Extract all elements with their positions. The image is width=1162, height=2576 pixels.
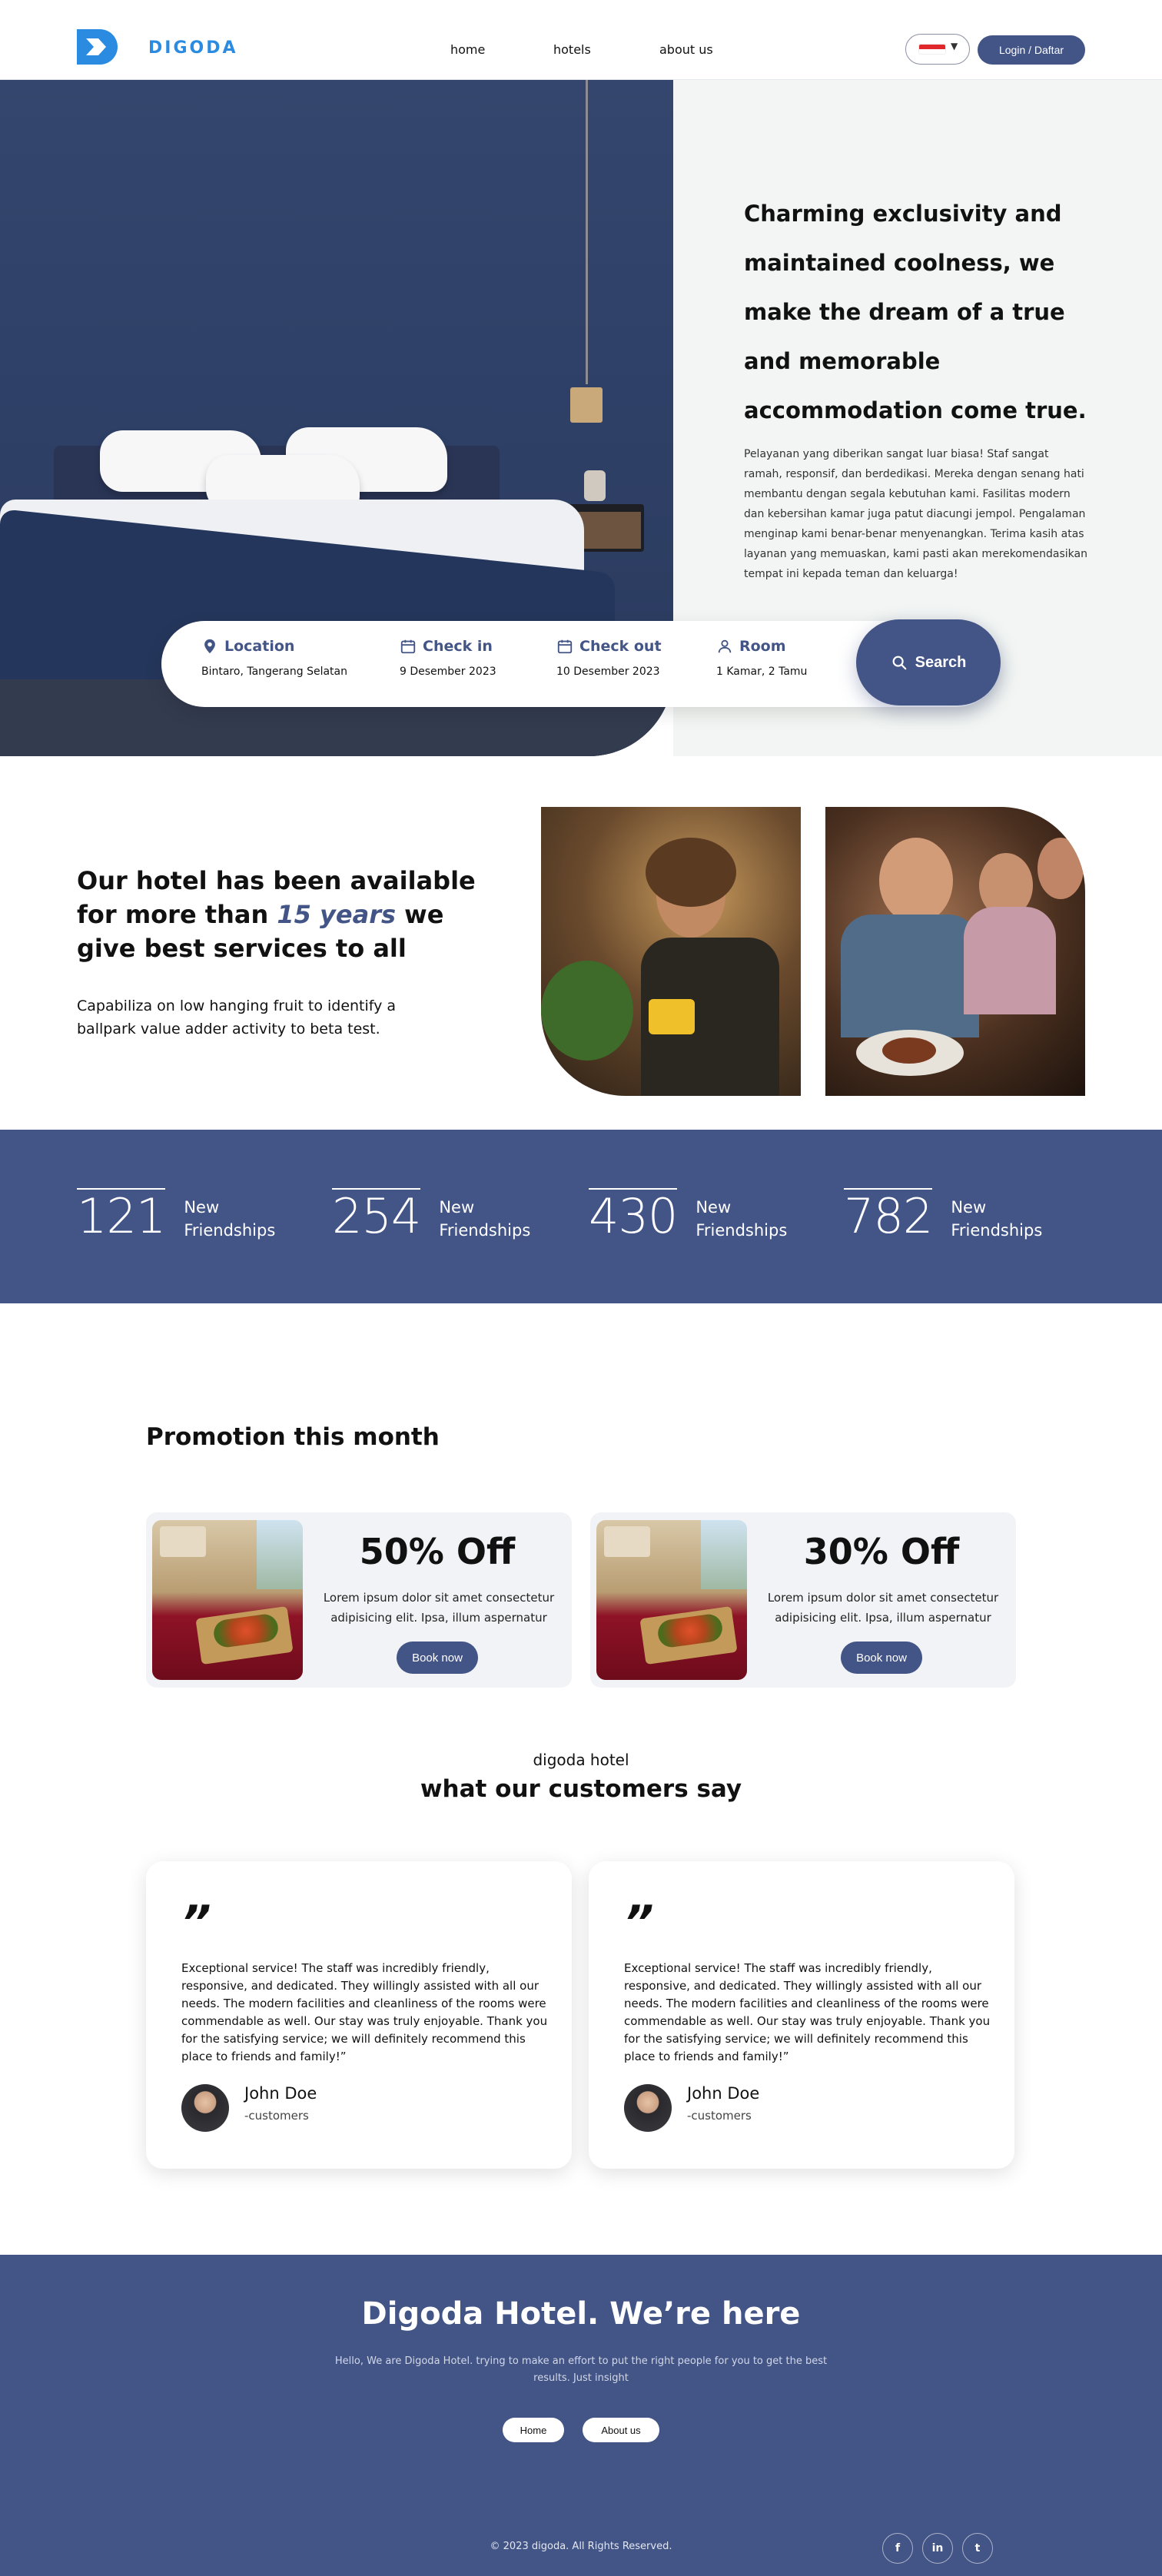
- woman-dining-photo: [541, 807, 801, 1096]
- stat-item: 254 New Friendships: [332, 1188, 530, 1243]
- stat-label-line1: New: [184, 1198, 220, 1217]
- years-highlight: 15 years: [277, 900, 397, 929]
- stat-number: 254: [332, 1188, 421, 1244]
- promotion-discount: 30% Off: [803, 1531, 960, 1572]
- about-title: Our hotel has been available for more th…: [77, 864, 476, 965]
- promotions-title: Promotion this month: [146, 1423, 440, 1451]
- stat-number: 430: [589, 1188, 678, 1244]
- calendar-icon: [557, 639, 573, 654]
- stat-label-line2: Friendships: [696, 1221, 788, 1240]
- location-pin-icon: [204, 639, 215, 654]
- customer-role: -customers: [244, 2109, 309, 2123]
- stat-label-line2: Friendships: [439, 1221, 531, 1240]
- stat-label-line2: Friendships: [951, 1221, 1043, 1240]
- search-button[interactable]: Search: [856, 619, 1001, 705]
- twitter-icon[interactable]: t: [962, 2533, 993, 2564]
- person-head: [1038, 838, 1084, 899]
- user-icon: [718, 639, 732, 653]
- steak: [882, 1037, 936, 1064]
- location-label: Location: [224, 638, 295, 655]
- about-description: Capabiliza on low hanging fruit to ident…: [77, 998, 397, 1037]
- checkout-field[interactable]: Check out 10 Desember 2023: [556, 638, 662, 678]
- location-value: Bintaro, Tangerang Selatan: [201, 666, 347, 678]
- hero-title: Charming exclusivity and maintained cool…: [744, 201, 1087, 423]
- book-now-button[interactable]: Book now: [841, 1642, 922, 1674]
- person-body: [964, 907, 1056, 1014]
- promotion-description: Lorem ipsum dolor sit amet consectetur a…: [323, 1591, 555, 1625]
- vase: [584, 470, 606, 501]
- stat-label-line1: New: [696, 1198, 732, 1217]
- stat-item: 782 New Friendships: [844, 1188, 1042, 1243]
- promotion-card: 50% Off Lorem ipsum dolor sit amet conse…: [146, 1512, 572, 1688]
- room-label: Room: [739, 638, 786, 655]
- location-field[interactable]: Location Bintaro, Tangerang Selatan: [201, 638, 347, 678]
- stat-label-line2: Friendships: [184, 1221, 276, 1240]
- stat-label-line1: New: [439, 1198, 475, 1217]
- avatar: [181, 2084, 229, 2132]
- promotion-food-image: [152, 1520, 303, 1680]
- testimonials-subtitle: digoda hotel: [533, 1751, 629, 1769]
- linkedin-icon[interactable]: in: [922, 2533, 953, 2564]
- nav-link-hotels[interactable]: hotels: [553, 42, 591, 57]
- indonesia-flag-icon: [918, 44, 946, 55]
- family-dinner-photo: [825, 807, 1085, 1096]
- login-button[interactable]: Login / Daftar: [978, 35, 1085, 65]
- brand-name[interactable]: DIGODA: [148, 38, 238, 58]
- footer-description: Hello, We are Digoda Hotel. trying to ma…: [334, 2355, 828, 2384]
- stat-item: 121 New Friendships: [77, 1188, 275, 1243]
- testimonial-card: ” Exceptional service! The staff was inc…: [146, 1861, 572, 2169]
- customer-name: John Doe: [244, 2084, 317, 2103]
- footer-home-button[interactable]: Home: [503, 2418, 564, 2442]
- book-now-button[interactable]: Book now: [397, 1642, 478, 1674]
- search-icon: [892, 656, 906, 670]
- footer-title: Digoda Hotel. We’re here: [361, 2296, 801, 2332]
- checkout-value: 10 Desember 2023: [556, 666, 660, 678]
- footer-about-button[interactable]: About us: [583, 2418, 659, 2442]
- digoda-logo-icon[interactable]: [77, 29, 121, 65]
- pendant-lamp: [570, 387, 603, 423]
- stat-label-line1: New: [951, 1198, 987, 1217]
- plant: [541, 961, 633, 1061]
- customer-name: John Doe: [687, 2084, 760, 2103]
- promotion-discount: 50% Off: [359, 1531, 516, 1572]
- checkin-label: Check in: [423, 638, 493, 655]
- promotion-card: 30% Off Lorem ipsum dolor sit amet conse…: [590, 1512, 1016, 1688]
- yellow-cup: [649, 999, 695, 1034]
- facebook-icon[interactable]: f: [882, 2533, 913, 2564]
- room-field[interactable]: Room 1 Kamar, 2 Tamu: [716, 638, 807, 678]
- avatar: [624, 2084, 672, 2132]
- checkin-value: 9 Desember 2023: [400, 666, 496, 678]
- testimonial-card: ” Exceptional service! The staff was inc…: [589, 1861, 1014, 2169]
- nav-link-about-us[interactable]: about us: [659, 42, 713, 57]
- hero-description: Pelayanan yang diberikan sangat luar bia…: [744, 448, 1087, 580]
- person-hair: [646, 838, 736, 907]
- room-value: 1 Kamar, 2 Tamu: [716, 666, 808, 678]
- caret-down-icon: ▼: [951, 41, 958, 51]
- testimonials-title: what our customers say: [420, 1775, 742, 1803]
- top-navbar: DIGODA home hotels about us ▼ Login / Da…: [0, 0, 1162, 80]
- customer-role: -customers: [687, 2109, 752, 2123]
- nav-link-home[interactable]: home: [450, 42, 485, 57]
- stat-item: 430 New Friendships: [589, 1188, 787, 1243]
- lamp-cord: [586, 80, 588, 384]
- calendar-icon: [400, 639, 416, 654]
- person-head: [879, 838, 953, 924]
- person-body: [841, 915, 979, 1037]
- stat-number: 121: [77, 1188, 166, 1244]
- testimonial-text: Exceptional service! The staff was incre…: [181, 1961, 548, 2063]
- quote-icon: ”: [181, 1896, 211, 1950]
- quote-icon: ”: [624, 1896, 654, 1950]
- promotion-food-image: [596, 1520, 747, 1680]
- search-button-label: Search: [915, 653, 967, 671]
- language-selector[interactable]: ▼: [905, 34, 970, 65]
- stat-number: 782: [844, 1188, 933, 1244]
- checkin-field[interactable]: Check in 9 Desember 2023: [400, 638, 496, 678]
- promotion-description: Lorem ipsum dolor sit amet consectetur a…: [767, 1591, 999, 1625]
- checkout-label: Check out: [579, 638, 662, 655]
- testimonial-text: Exceptional service! The staff was incre…: [624, 1961, 991, 2063]
